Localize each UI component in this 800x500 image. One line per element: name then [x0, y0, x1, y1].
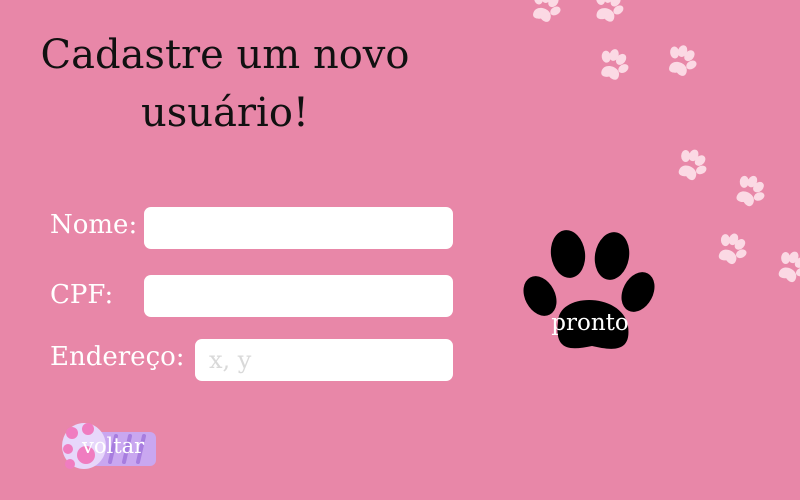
- cpf-input[interactable]: [144, 275, 453, 317]
- submit-button-label: pronto: [551, 310, 629, 336]
- back-button[interactable]: voltar: [58, 420, 158, 474]
- submit-button[interactable]: pronto: [520, 226, 660, 356]
- name-label: Nome:: [50, 210, 138, 240]
- name-input[interactable]: [144, 207, 453, 249]
- address-input[interactable]: [195, 339, 453, 381]
- paw-icon: [523, 230, 655, 349]
- address-label: Endereço:: [50, 342, 185, 372]
- page-title: Cadastre um novo usuário!: [40, 32, 410, 136]
- back-button-label: voltar: [82, 434, 145, 458]
- cpf-label: CPF:: [50, 280, 114, 310]
